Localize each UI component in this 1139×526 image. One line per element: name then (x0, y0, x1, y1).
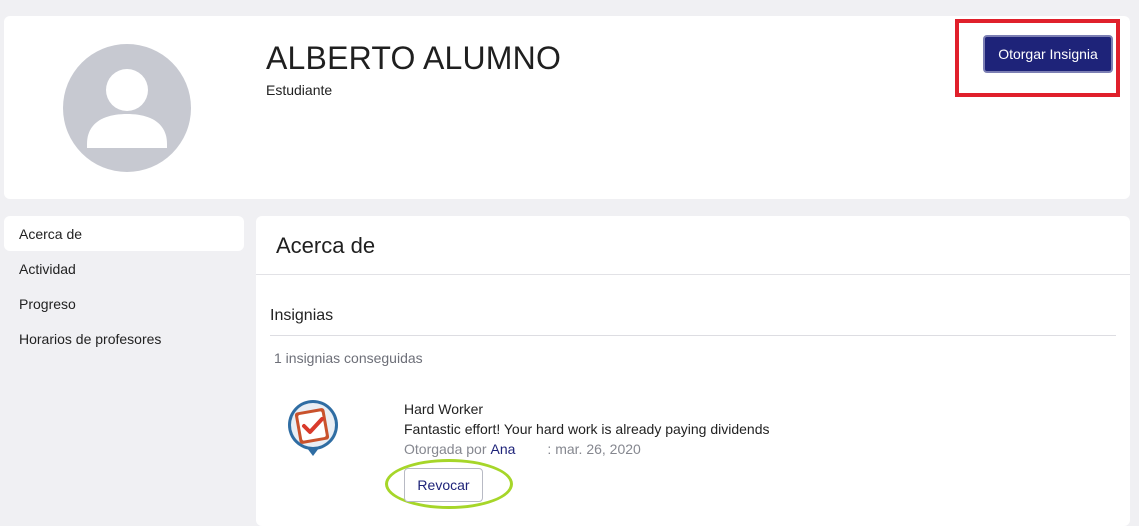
divider (270, 335, 1116, 336)
awarded-by-link[interactable]: Ana (491, 441, 516, 457)
sidebar-item-label: Actividad (19, 260, 76, 277)
sidebar-item-activity[interactable]: Actividad (4, 251, 244, 286)
checklist-badge-icon (285, 398, 341, 458)
page-title: Acerca de (276, 233, 376, 258)
badge-name: Hard Worker (404, 401, 484, 417)
sidebar-item-teacher-schedules[interactable]: Horarios de profesores (4, 321, 244, 356)
sidebar-item-label: Horarios de profesores (19, 330, 162, 347)
sidebar-item-label: Acerca de (19, 225, 83, 242)
badge-description: Fantastic effort! Your hard work is alre… (404, 421, 770, 437)
revoke-button[interactable]: Revocar (404, 468, 483, 502)
sidebar-item-about[interactable]: Acerca de (4, 216, 244, 251)
profile-name: ALBERTO ALUMNO (266, 40, 562, 76)
award-badge-button[interactable]: Otorgar Insignia (983, 35, 1113, 73)
sidebar-nav: Acerca de Actividad Progreso Horarios de… (4, 216, 244, 356)
badge-count: 1 insignias conseguidas (274, 350, 423, 366)
sidebar-item-label: Progreso (19, 295, 76, 312)
user-avatar-icon (63, 44, 191, 172)
profile-role: Estudiante (266, 82, 333, 98)
badge-meta: Otorgada por Ana : mar. 26, 2020 (404, 441, 641, 457)
about-panel: Acerca de Insignias 1 insignias consegui… (256, 216, 1130, 526)
profile-header: ALBERTO ALUMNO Estudiante Otorgar Insign… (4, 16, 1130, 199)
sidebar-item-progress[interactable]: Progreso (4, 286, 244, 321)
badges-section-title: Insignias (270, 307, 334, 324)
divider (256, 274, 1130, 275)
badge-date: : mar. 26, 2020 (547, 441, 641, 457)
awarded-by-label: Otorgada por (404, 441, 487, 457)
